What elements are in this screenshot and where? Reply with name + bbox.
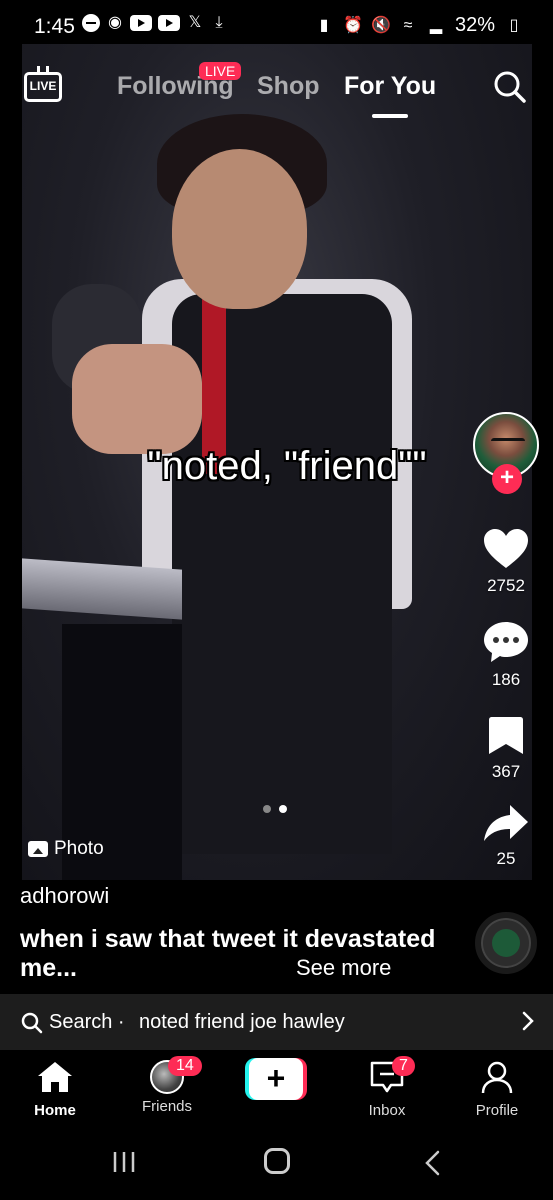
- tab-for-you[interactable]: For You: [344, 72, 436, 101]
- follow-button[interactable]: +: [492, 464, 522, 494]
- music-disc-cover: [492, 929, 520, 957]
- friends-badge: 14: [168, 1056, 202, 1076]
- recents-icon[interactable]: [112, 1150, 136, 1174]
- signal-icon: ▂: [429, 16, 443, 34]
- live-tv-icon[interactable]: LIVE: [24, 66, 62, 102]
- tab-shop[interactable]: Shop: [257, 72, 320, 101]
- battery-saver-icon: ▮: [319, 16, 329, 34]
- photo-label-text: Photo: [54, 838, 104, 859]
- create-button[interactable]: +: [233, 1058, 319, 1100]
- tab-friends-label: Friends: [141, 1098, 193, 1115]
- search-icon[interactable]: [493, 70, 527, 104]
- avatar-glasses: [491, 438, 525, 446]
- chevron-right-icon: [522, 1011, 534, 1031]
- status-bar: 1:45 ◉ 𝕏 ⤓ ▮ ⏰ 🔇 ≈ ▂ 32% ▯: [0, 0, 553, 50]
- comment-count: 186: [491, 670, 521, 689]
- alarm-icon: ⏰: [342, 16, 363, 34]
- battery-icon: ▯: [509, 16, 519, 34]
- carousel-dots: [263, 805, 287, 813]
- scene-keyboard: [22, 558, 182, 620]
- dnd-icon: [82, 14, 100, 32]
- author-username[interactable]: adhorowi: [20, 883, 109, 909]
- home-icon: [38, 1062, 72, 1092]
- photo-label: Photo: [28, 838, 104, 860]
- action-rail: + 2752 186 367 25: [470, 410, 542, 890]
- scene-head: [172, 149, 307, 309]
- share-icon: [484, 805, 528, 841]
- music-disc[interactable]: [475, 912, 537, 974]
- system-icons: ▮ ⏰ 🔇 ≈ ▂ 32% ▯: [315, 14, 523, 37]
- save-count: 367: [491, 762, 521, 781]
- video-player[interactable]: "noted, "friend"" Photo: [22, 44, 532, 880]
- bookmark-icon: [489, 717, 523, 754]
- photo-icon: [28, 841, 48, 857]
- tab-inbox-label: Inbox: [368, 1102, 406, 1119]
- share-count: 25: [496, 849, 516, 868]
- youtube-icon: [158, 15, 180, 31]
- mute-icon: 🔇: [370, 16, 391, 34]
- x-icon: 𝕏: [188, 14, 202, 31]
- download-icon: ⤓: [215, 14, 223, 31]
- tab-home[interactable]: Home: [10, 1060, 100, 1119]
- search-prefix: Search ·: [49, 1011, 125, 1033]
- like-count: 2752: [487, 576, 525, 595]
- youtube-icon: [130, 15, 152, 31]
- comment-button[interactable]: 186: [470, 620, 542, 690]
- top-nav: LIVE Following LIVE Shop For You: [0, 60, 553, 120]
- see-more-link[interactable]: See more: [296, 955, 391, 981]
- home-nav-icon[interactable]: [264, 1148, 290, 1174]
- inbox-badge: 7: [392, 1056, 415, 1076]
- share-button[interactable]: 25: [470, 803, 542, 869]
- tab-profile[interactable]: Profile: [452, 1060, 542, 1119]
- back-icon[interactable]: [423, 1150, 443, 1176]
- tab-inbox[interactable]: 7 Inbox: [342, 1056, 432, 1119]
- tab-friends[interactable]: 14 Friends: [122, 1056, 212, 1115]
- active-tab-indicator: [372, 114, 408, 118]
- save-button[interactable]: 367: [470, 716, 542, 782]
- search-suggestion-bar[interactable]: Search · noted friend joe hawley: [0, 994, 553, 1050]
- tab-home-label: Home: [34, 1102, 76, 1119]
- comment-icon: [484, 622, 528, 662]
- search-icon: [21, 1012, 43, 1034]
- live-icon-text: LIVE: [24, 72, 62, 102]
- notification-icons: ◉ 𝕏 ⤓: [82, 14, 228, 32]
- create-button-shape: +: [245, 1058, 307, 1100]
- heart-icon: [484, 529, 528, 568]
- live-badge: LIVE: [199, 62, 242, 80]
- like-button[interactable]: 2752: [470, 528, 542, 596]
- game-icon: ◉: [108, 14, 122, 31]
- system-nav-bar: [0, 1130, 553, 1200]
- wifi-icon: ≈: [403, 16, 413, 34]
- profile-icon: [481, 1061, 513, 1094]
- status-time: 1:45: [34, 15, 75, 38]
- video-caption: "noted, "friend"": [147, 444, 427, 488]
- plus-icon: +: [249, 1058, 303, 1100]
- carousel-dot-active: [279, 805, 287, 813]
- battery-percent: 32%: [454, 14, 495, 36]
- carousel-dot: [263, 805, 271, 813]
- scene-hands: [72, 344, 202, 454]
- bottom-tab-bar: Home 14 Friends + 7 Inbox Profile: [0, 1050, 553, 1130]
- search-query: noted friend joe hawley: [139, 1011, 345, 1033]
- tab-profile-label: Profile: [475, 1102, 519, 1119]
